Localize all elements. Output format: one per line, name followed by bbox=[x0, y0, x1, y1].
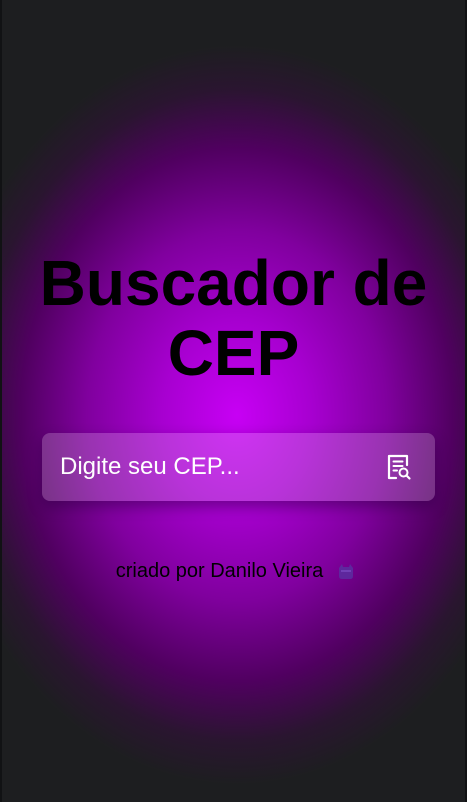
cep-input[interactable] bbox=[60, 433, 370, 501]
search-card bbox=[42, 433, 435, 501]
search-button[interactable] bbox=[384, 452, 414, 482]
github-link[interactable] bbox=[335, 561, 357, 583]
page-title: Buscador de CEP bbox=[39, 247, 428, 389]
document-search-icon bbox=[387, 454, 411, 480]
footer-credit: criado por Danilo Vieira bbox=[115, 560, 324, 582]
page-container: Buscador de CEP criado por Danilo Vieira bbox=[0, 0, 467, 802]
footer: criado por Danilo Vieira bbox=[2, 560, 465, 583]
github-icon bbox=[339, 563, 354, 579]
